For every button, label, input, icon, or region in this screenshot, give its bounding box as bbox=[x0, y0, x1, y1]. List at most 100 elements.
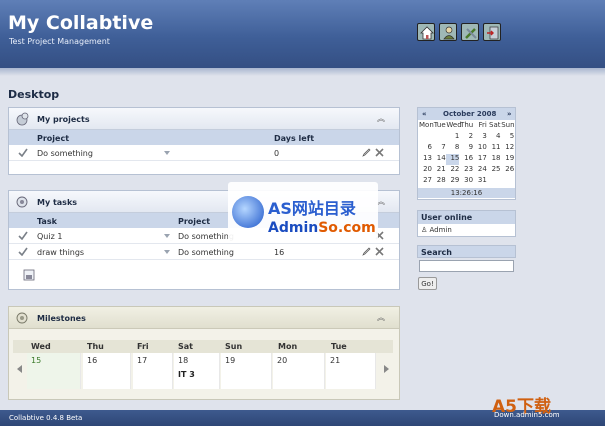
calendar-day[interactable]: 25 bbox=[488, 165, 501, 176]
calendar-day[interactable]: 29 bbox=[446, 176, 459, 187]
online-user-name[interactable]: Admin bbox=[430, 226, 452, 234]
calendar-day[interactable]: 10 bbox=[474, 143, 487, 154]
milestones-next-arrow[interactable] bbox=[384, 365, 389, 373]
admin-icon[interactable] bbox=[461, 23, 479, 41]
top-nav bbox=[417, 23, 501, 41]
search-go-button[interactable]: Go! bbox=[418, 277, 437, 290]
calendar-month: October 2008 bbox=[443, 110, 497, 118]
expand-arrow-icon[interactable] bbox=[164, 151, 170, 155]
delete-icon[interactable] bbox=[375, 247, 384, 256]
task-project[interactable]: Do something bbox=[178, 248, 234, 257]
weekday-label: Wed bbox=[31, 342, 51, 351]
tasks-panel-title: My tasks bbox=[37, 198, 78, 207]
calendar-day[interactable]: 5 bbox=[501, 132, 514, 143]
online-user[interactable]: ♙ Admin bbox=[418, 224, 515, 236]
header-stripe bbox=[0, 68, 605, 76]
delete-icon[interactable] bbox=[375, 148, 384, 157]
calendar-day-cell[interactable]: 19 bbox=[221, 353, 272, 389]
calendar-day[interactable]: 24 bbox=[474, 165, 487, 176]
calendar-day[interactable]: 8 bbox=[446, 143, 459, 154]
done-check-icon[interactable] bbox=[18, 231, 28, 240]
search-input[interactable] bbox=[419, 260, 514, 272]
task-project[interactable]: Do something bbox=[178, 232, 234, 241]
weekday-label: Sat bbox=[489, 121, 501, 129]
collapse-icon[interactable]: ︽ bbox=[377, 312, 387, 322]
user-online-box: User online ♙ Admin bbox=[417, 210, 516, 237]
calendar-day[interactable]: 21 bbox=[433, 165, 446, 176]
weekday-label: Mon bbox=[278, 342, 298, 351]
calendar-day[interactable]: 3 bbox=[474, 132, 486, 143]
day-number: 21 bbox=[330, 356, 341, 365]
milestones-panel-header[interactable]: Milestones ︽ bbox=[9, 307, 399, 329]
weekday-label: Sun bbox=[225, 342, 243, 351]
calendar-day[interactable]: 13 bbox=[419, 154, 432, 165]
next-month-button[interactable]: » bbox=[507, 110, 512, 118]
watermark-a5-url: Down.admin5.com bbox=[494, 411, 560, 419]
calendar-day[interactable]: 17 bbox=[474, 154, 487, 165]
calendar-day-cell[interactable]: 16 bbox=[83, 353, 131, 389]
table-row[interactable]: draw things Do something 16 bbox=[9, 244, 399, 260]
calendar-day[interactable]: 22 bbox=[446, 165, 459, 176]
add-task-icon[interactable] bbox=[23, 269, 35, 281]
milestones-panel-title: Milestones bbox=[37, 314, 86, 323]
weekday-label: Sat bbox=[178, 342, 193, 351]
calendar-day[interactable]: 19 bbox=[501, 154, 514, 165]
mini-calendar: « October 2008 » Mon Tue Wed Thu Fri Sat Sun 1 2… bbox=[417, 107, 516, 200]
calendar-day[interactable]: 31 bbox=[474, 176, 487, 187]
calendar-day[interactable]: 14 bbox=[433, 154, 446, 165]
milestones-panel: Milestones ︽ Wed Thu Fri Sat Sun Mon Tue… bbox=[8, 306, 400, 400]
calendar-day[interactable]: 15 bbox=[446, 154, 460, 165]
milestones-prev-arrow[interactable] bbox=[17, 365, 22, 373]
task-name[interactable]: Quiz 1 bbox=[37, 232, 62, 241]
calendar-day[interactable]: 9 bbox=[460, 143, 473, 154]
calendar-day[interactable]: 2 bbox=[460, 132, 473, 143]
expand-arrow-icon[interactable] bbox=[164, 234, 170, 238]
calendar-day[interactable]: 18 bbox=[488, 154, 501, 165]
calendar-day[interactable]: 23 bbox=[460, 165, 473, 176]
calendar-day[interactable]: 11 bbox=[488, 143, 501, 154]
prev-month-button[interactable]: « bbox=[422, 110, 427, 118]
weekday-label: Thu bbox=[460, 121, 474, 129]
day-number: 17 bbox=[137, 356, 148, 365]
globe-icon bbox=[232, 196, 264, 228]
collapse-icon[interactable]: ︽ bbox=[377, 113, 387, 123]
task-name[interactable]: draw things bbox=[37, 248, 84, 257]
calendar-day[interactable]: 6 bbox=[419, 143, 432, 154]
collapse-icon[interactable]: ︽ bbox=[377, 196, 387, 206]
calendar-day-cell[interactable]: 17 bbox=[133, 353, 173, 389]
done-check-icon[interactable] bbox=[18, 148, 28, 157]
projects-panel-header[interactable]: My projects ︽ bbox=[9, 108, 399, 130]
task-days: 16 bbox=[274, 248, 285, 257]
calendar-day[interactable]: 20 bbox=[419, 165, 432, 176]
calendar-day-cell[interactable]: 15 bbox=[27, 353, 81, 389]
table-row[interactable]: Do something 0 bbox=[9, 145, 399, 161]
done-check-icon[interactable] bbox=[18, 247, 28, 256]
profile-icon[interactable] bbox=[439, 23, 457, 41]
calendar-day[interactable]: 27 bbox=[419, 176, 432, 187]
project-name[interactable]: Do something bbox=[37, 149, 93, 158]
calendar-day[interactable]: 7 bbox=[433, 143, 445, 154]
logout-icon[interactable] bbox=[483, 23, 501, 41]
calendar-day[interactable]: 28 bbox=[433, 176, 446, 187]
calendar-day-cell[interactable]: 20 bbox=[273, 353, 325, 389]
calendar-day[interactable]: 30 bbox=[460, 176, 473, 187]
edit-icon[interactable] bbox=[362, 148, 371, 157]
day-number: 19 bbox=[225, 356, 236, 365]
calendar-day-cell[interactable]: 21 bbox=[326, 353, 376, 389]
calendar-day[interactable]: 4 bbox=[488, 132, 500, 143]
edit-icon[interactable] bbox=[362, 247, 371, 256]
column-header-task: Task bbox=[37, 217, 57, 226]
calendar-day[interactable]: 1 bbox=[446, 132, 459, 143]
calendar-day[interactable]: 26 bbox=[501, 165, 514, 176]
expand-arrow-icon[interactable] bbox=[164, 250, 170, 254]
calendar-day-cell[interactable]: 18 IT 3 bbox=[174, 353, 220, 389]
days-left-value: 0 bbox=[274, 149, 280, 158]
milestones-icon bbox=[16, 312, 28, 324]
weekday-label: Sun bbox=[501, 121, 515, 129]
weekday-label: Mon bbox=[419, 121, 434, 129]
projects-panel: My projects ︽ Project Days left Do somet… bbox=[8, 107, 400, 175]
home-icon[interactable] bbox=[417, 23, 435, 41]
calendar-day[interactable]: 12 bbox=[501, 143, 514, 154]
milestone-event[interactable]: IT 3 bbox=[178, 370, 195, 379]
calendar-day[interactable]: 16 bbox=[460, 154, 473, 165]
